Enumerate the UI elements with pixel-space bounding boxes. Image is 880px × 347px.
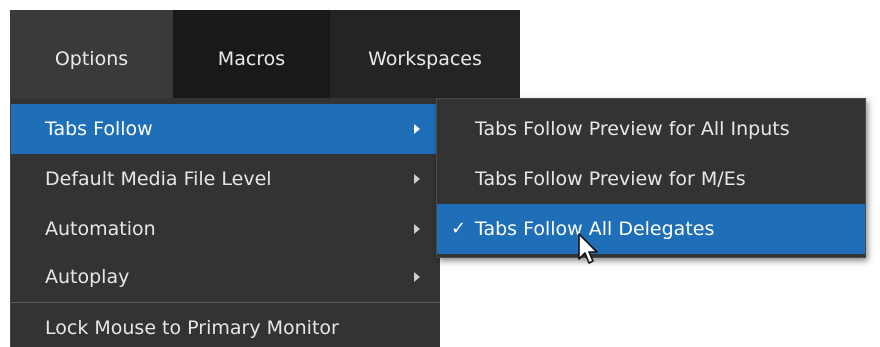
- menu-macros[interactable]: Macros: [173, 10, 330, 108]
- chevron-right-icon: [414, 272, 420, 282]
- submenu-item-preview-all-inputs[interactable]: Tabs Follow Preview for All Inputs: [437, 104, 865, 154]
- submenu-item-all-delegates[interactable]: ✓ Tabs Follow All Delegates: [437, 204, 865, 254]
- options-dropdown: Tabs Follow Default Media File Level Aut…: [10, 98, 440, 347]
- menu-item-label: Lock Mouse to Primary Monitor: [45, 317, 339, 339]
- menu-bar: Options Macros Workspaces: [10, 10, 520, 108]
- menu-item-label: Automation: [45, 218, 156, 240]
- chevron-right-icon: [414, 174, 420, 184]
- submenu-item-preview-mes[interactable]: Tabs Follow Preview for M/Es: [437, 154, 865, 204]
- menu-workspaces[interactable]: Workspaces: [330, 10, 520, 108]
- menu-item-label: Autoplay: [45, 266, 130, 288]
- menu-item-automation[interactable]: Automation: [11, 204, 440, 254]
- submenu-item-label: Tabs Follow Preview for All Inputs: [475, 118, 790, 140]
- chevron-right-icon: [414, 124, 420, 134]
- menu-options[interactable]: Options: [10, 10, 173, 108]
- menu-workspaces-label: Workspaces: [368, 48, 482, 70]
- menu-item-autoplay[interactable]: Autoplay: [11, 252, 440, 302]
- menu-item-label: Default Media File Level: [45, 168, 272, 190]
- menu-item-default-media-file-level[interactable]: Default Media File Level: [11, 154, 440, 204]
- menu-item-lock-mouse[interactable]: Lock Mouse to Primary Monitor: [11, 306, 440, 347]
- mouse-cursor-icon: [578, 233, 598, 264]
- chevron-right-icon: [414, 224, 420, 234]
- menu-options-label: Options: [54, 48, 129, 70]
- submenu-item-label: Tabs Follow Preview for M/Es: [475, 168, 746, 190]
- app-canvas: Options Macros Workspaces Tabs Follow De…: [0, 0, 880, 347]
- menu-separator: [11, 302, 440, 303]
- menu-item-label: Tabs Follow: [45, 118, 153, 140]
- menu-item-tabs-follow[interactable]: Tabs Follow: [11, 104, 440, 154]
- menu-macros-label: Macros: [217, 48, 286, 70]
- checkmark-icon: ✓: [451, 218, 467, 240]
- tabs-follow-submenu: Tabs Follow Preview for All Inputs Tabs …: [436, 98, 866, 258]
